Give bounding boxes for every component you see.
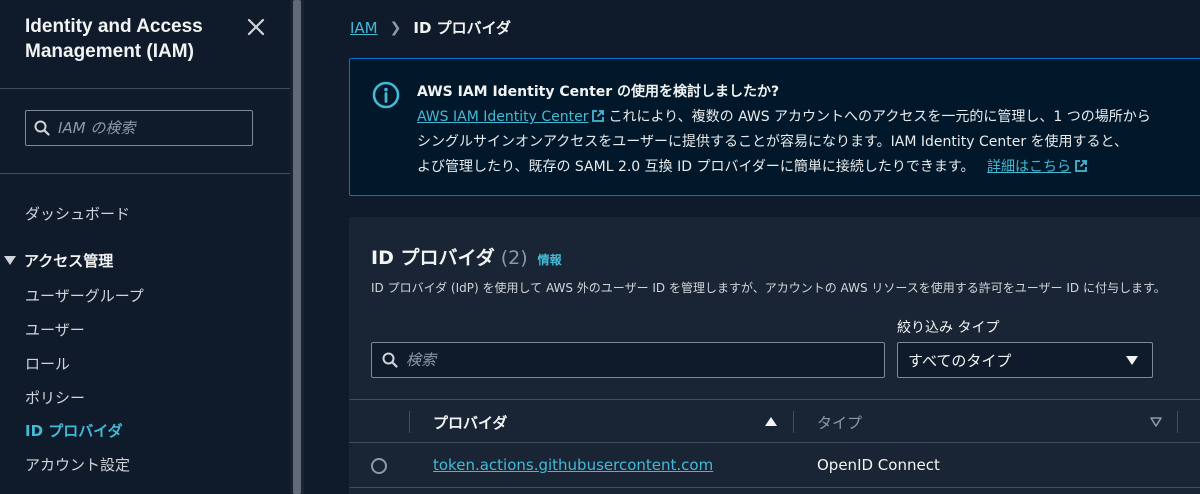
column-header-type[interactable]: タイプ — [817, 412, 862, 433]
sort-descending-icon[interactable] — [1150, 417, 1162, 427]
search-icon — [34, 120, 50, 136]
provider-search[interactable] — [371, 342, 885, 378]
main-content: IAM ❯ ID プロバイダ AWS IAM Identity Center の… — [304, 0, 1200, 494]
column-divider — [793, 411, 794, 433]
table-row: token.actions.githubusercontent.com Open… — [349, 443, 1200, 488]
sidebar-search-input[interactable] — [58, 119, 238, 137]
sort-ascending-icon[interactable] — [765, 417, 777, 426]
info-link[interactable]: 情報 — [538, 251, 562, 268]
caret-down-icon — [1126, 356, 1138, 365]
sidebar-divider — [0, 88, 290, 89]
external-link-icon — [592, 110, 605, 122]
column-header-provider[interactable]: プロバイダ — [433, 412, 507, 433]
sidebar-item-policies[interactable]: ポリシー — [25, 387, 85, 408]
alert-line-2: シングルサインオンアクセスをユーザーに提供することが容易になります。IAM Id… — [417, 134, 1128, 150]
provider-type: OpenID Connect — [817, 456, 940, 474]
filter-type-label: 絞り込み タイプ — [897, 320, 1000, 336]
breadcrumb: IAM ❯ ID プロバイダ — [350, 17, 511, 38]
alert-line-3: よび管理したり、既存の SAML 2.0 互換 ID プロバイダーに簡単に接続し… — [417, 159, 975, 175]
row-select-radio[interactable] — [371, 458, 387, 474]
provider-link[interactable]: token.actions.githubusercontent.com — [433, 456, 713, 474]
sidebar-search[interactable] — [25, 110, 253, 146]
breadcrumb-iam-link[interactable]: IAM — [350, 19, 378, 37]
alert-line-1: これにより、複数の AWS アカウントへのアクセスを一元的に管理し、1 つの場所… — [608, 109, 1151, 125]
sidebar: Identity and Access Management (IAM) ダッシ… — [0, 0, 290, 494]
column-divider — [409, 411, 410, 433]
sidebar-item-users[interactable]: ユーザー — [25, 319, 85, 340]
column-divider — [1177, 411, 1178, 433]
sidebar-section-label: アクセス管理 — [24, 252, 114, 270]
card-description: ID プロバイダ (IdP) を使用して AWS 外のユーザー ID を管理しま… — [371, 281, 1166, 295]
learn-more-link[interactable]: 詳細はこちら — [987, 159, 1071, 175]
sidebar-scrollbar-thumb[interactable] — [293, 0, 301, 494]
card-heading: ID プロバイダ (2) 情報 — [371, 243, 562, 270]
sidebar-item-user-groups[interactable]: ユーザーグループ — [25, 285, 144, 306]
card-title: ID プロバイダ — [371, 247, 495, 269]
provider-count: (2) — [500, 247, 528, 269]
type-filter-value: すべてのタイプ — [908, 351, 1012, 370]
info-alert: AWS IAM Identity Center の使用を検討しましたか? AWS… — [349, 58, 1200, 196]
caret-down-icon — [4, 256, 16, 265]
identity-center-link[interactable]: AWS IAM Identity Center — [417, 109, 588, 125]
sidebar-item-identity-providers[interactable]: ID プロバイダ — [25, 420, 123, 441]
sidebar-item-account-settings[interactable]: アカウント設定 — [25, 454, 130, 475]
external-link-icon — [1075, 160, 1087, 172]
provider-search-input[interactable] — [406, 351, 866, 369]
sidebar-item-dashboard[interactable]: ダッシュボード — [25, 203, 130, 224]
alert-body: AWS IAM Identity Center これにより、複数の AWS アカウ… — [417, 105, 1200, 180]
search-icon — [382, 352, 398, 368]
breadcrumb-current: ID プロバイダ — [413, 19, 512, 37]
type-filter-select[interactable]: すべてのタイプ — [897, 342, 1153, 378]
sidebar-section-access[interactable]: アクセス管理 — [4, 250, 113, 271]
close-icon[interactable] — [243, 14, 269, 40]
table-header: プロバイダ タイプ — [349, 399, 1200, 443]
alert-title: AWS IAM Identity Center の使用を検討しましたか? — [417, 84, 780, 100]
identity-providers-card: ID プロバイダ (2) 情報 ID プロバイダ (IdP) を使用して AWS… — [349, 217, 1200, 494]
info-icon — [372, 81, 400, 109]
sidebar-title: Identity and Access Management (IAM) — [25, 16, 203, 62]
sidebar-item-roles[interactable]: ロール — [25, 353, 70, 374]
sidebar-divider — [0, 173, 290, 174]
chevron-right-icon: ❯ — [389, 19, 402, 36]
